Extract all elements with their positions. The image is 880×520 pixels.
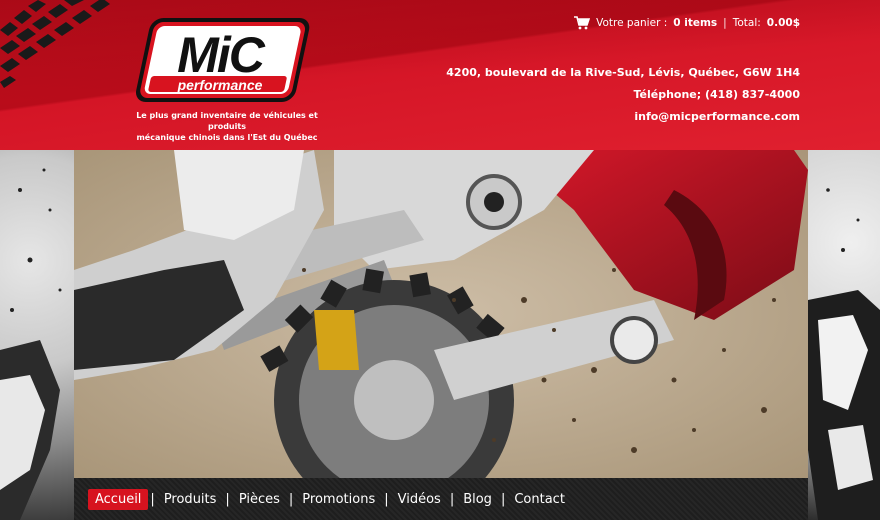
cart-icon[interactable] [574,16,591,30]
nav-separator: | [225,491,230,507]
nav-item-blog[interactable]: Blog [456,489,499,510]
motocross-photo [74,150,808,478]
nav-item-produits[interactable]: Produits [157,489,224,510]
contact-info: 4200, boulevard de la Rive-Sud, Lévis, Q… [446,62,800,128]
hero-side-image-right [808,150,880,520]
contact-phone: Téléphone; (418) 837-4000 [633,88,800,101]
nav-separator: | [150,491,155,507]
nav-separator: | [288,491,294,507]
nav-item-promotions[interactable]: Promotions [295,489,382,510]
site-header: MiC performance Le plus grand inventaire… [0,0,880,150]
nav-separator: | [500,491,506,507]
cart-total-value: 0.00$ [766,17,800,29]
cart-label: Votre panier : [596,17,668,29]
tire-track-decoration [0,0,110,88]
contact-address: 4200, boulevard de la Rive-Sud, Lévis, Q… [446,66,800,79]
cart-items-count[interactable]: 0 items [673,17,717,29]
hero-banner-image [74,150,808,478]
main-navigation: Accueil | Produits | Pièces | Promotions… [74,478,808,520]
nav-separator: | [384,491,389,507]
nav-item-videos[interactable]: Vidéos [391,489,448,510]
nav-item-accueil[interactable]: Accueil [88,488,149,510]
tagline-line-2: mécanique chinois dans l'Est du Québec [136,133,318,142]
nav-separator: | [449,491,455,507]
site-tagline: Le plus grand inventaire de véhicules et… [132,110,322,143]
cart-separator: | [723,17,727,29]
contact-email[interactable]: info@micperformance.com [446,106,800,128]
logo-sub-text: performance [177,77,263,93]
mic-performance-logo[interactable]: MiC performance [136,16,312,104]
tagline-line-1: Le plus grand inventaire de véhicules et… [136,111,318,131]
shopping-cart-summary[interactable]: Votre panier : 0 items | Total: 0.00$ [574,14,800,32]
cart-total-label: Total: [732,17,761,29]
nav-item-contact[interactable]: Contact [507,489,572,510]
nav-item-pieces[interactable]: Pièces [232,489,287,510]
hero-side-image-left [0,150,74,520]
logo-main-text: MiC [177,27,266,83]
